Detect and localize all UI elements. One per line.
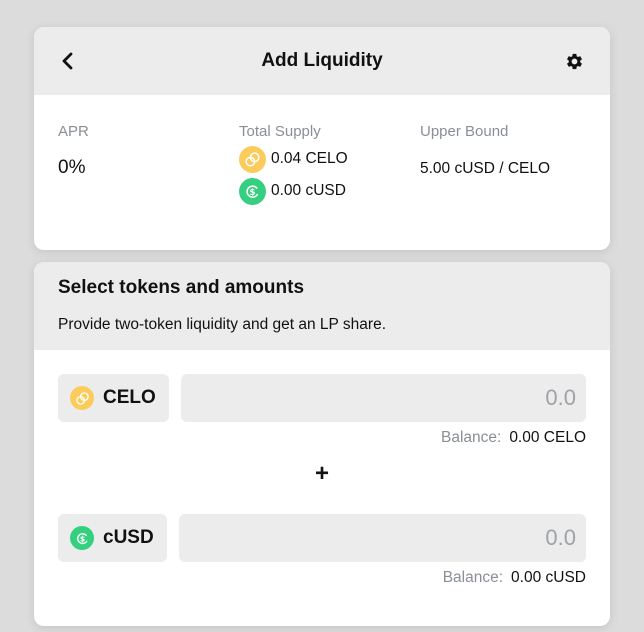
balance-celo: Balance: 0.00 CELO <box>441 429 586 447</box>
apr-stat: APR 0% <box>58 123 89 179</box>
celo-coin-icon <box>239 145 266 173</box>
token-select-celo-button[interactable]: CELO <box>58 374 169 422</box>
upper-bound-value: 5.00 cUSD / CELO <box>420 160 551 177</box>
apr-label: APR <box>58 123 89 140</box>
select-subtitle: Provide two-token liquidity and get an L… <box>58 316 386 333</box>
gear-icon <box>566 53 582 69</box>
pool-info-card: Add Liquidity APR 0% Total Supply 0.04 C… <box>34 27 610 250</box>
upper-bound-stat: Upper Bound 5.00 cUSD / CELO <box>420 123 550 179</box>
svg-text:$: $ <box>79 534 84 543</box>
balance-label: Balance: <box>442 569 504 586</box>
celo-coin-icon <box>70 386 94 410</box>
token-row-celo: CELO <box>58 374 586 422</box>
total-supply-stat: Total Supply 0.04 CELO $ 0.00 cUSD <box>239 123 348 205</box>
cusd-coin-icon: $ <box>70 526 94 550</box>
cusd-coin-icon: $ <box>239 177 266 205</box>
balance-value-cusd: 0.00 cUSD <box>511 569 586 586</box>
plus-separator: + <box>314 460 329 487</box>
settings-button[interactable] <box>562 49 586 73</box>
amount-input-celo[interactable] <box>181 374 586 422</box>
amount-input-cusd[interactable] <box>179 514 586 562</box>
select-title: Select tokens and amounts <box>58 277 305 298</box>
upper-bound-label: Upper Bound <box>420 123 509 140</box>
supply-value-celo: 0.04 CELO <box>271 150 348 167</box>
page-title: Add Liquidity <box>261 50 383 71</box>
balance-cusd: Balance: 0.00 cUSD <box>443 569 586 587</box>
svg-text:$: $ <box>250 187 256 197</box>
balance-label: Balance: <box>440 429 502 446</box>
total-supply-label: Total Supply <box>239 123 321 140</box>
supply-row-celo: 0.04 CELO <box>239 145 348 173</box>
supply-row-cusd: $ 0.00 cUSD <box>239 177 348 205</box>
select-header: Select tokens and amounts Provide two-to… <box>34 262 610 350</box>
token-symbol-cusd: cUSD <box>103 527 154 548</box>
pool-stats: APR 0% Total Supply 0.04 CELO $ 0.00 cUS… <box>34 95 610 250</box>
balance-value-celo: 0.00 CELO <box>509 429 586 446</box>
token-symbol-celo: CELO <box>103 387 156 408</box>
card-header: Add Liquidity <box>34 27 610 95</box>
apr-value: 0% <box>58 157 86 178</box>
select-tokens-card: Select tokens and amounts Provide two-to… <box>34 262 610 626</box>
token-select-cusd-button[interactable]: $ cUSD <box>58 514 167 562</box>
token-row-cusd: $ cUSD <box>58 514 586 562</box>
supply-value-cusd: 0.00 cUSD <box>271 182 346 199</box>
